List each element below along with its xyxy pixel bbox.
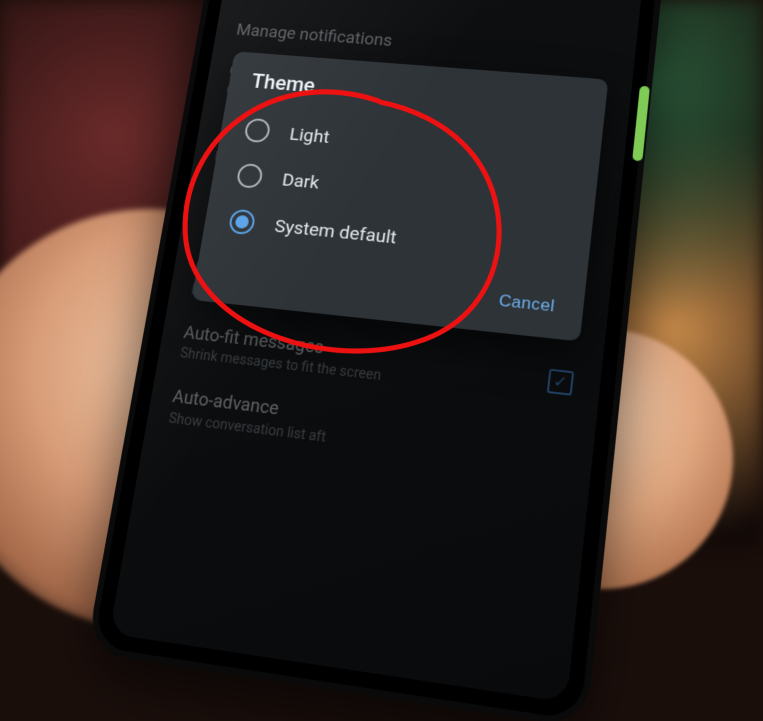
radio-checked-icon: [228, 209, 256, 236]
radio-unchecked-icon: [243, 118, 271, 143]
radio-unchecked-icon: [236, 163, 264, 189]
screen: … notification action Archive Manage not…: [109, 0, 644, 702]
option-label: Light: [288, 123, 331, 147]
option-label: Dark: [281, 168, 321, 193]
theme-dialog: Theme Light Dark System default Cancel: [191, 51, 608, 341]
option-label: System default: [273, 214, 398, 247]
cancel-button[interactable]: Cancel: [484, 280, 569, 328]
